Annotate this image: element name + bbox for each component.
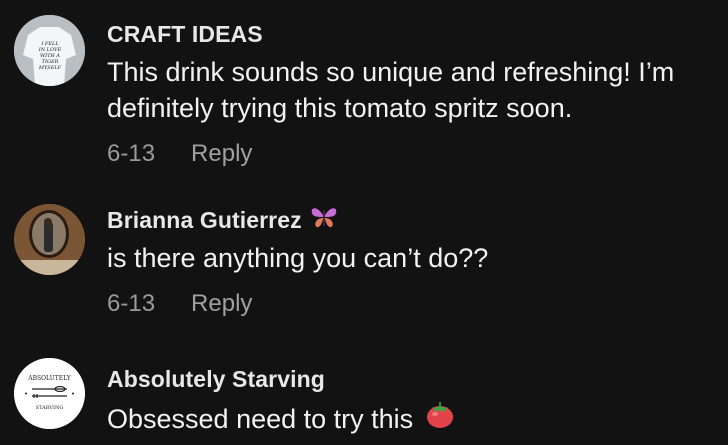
comment-date: 6-13 (107, 140, 156, 167)
author-name[interactable]: CRAFT IDEAS (107, 21, 263, 48)
svg-text:MYSELF: MYSELF (38, 65, 62, 71)
comment-body: Brianna Gutierrez is there anything you … (107, 206, 720, 318)
comment-date: 6-13 (107, 290, 156, 317)
reply-button[interactable]: Reply (191, 290, 252, 318)
logo-text-bottom: STARVING (36, 405, 64, 411)
reply-button[interactable]: Reply (191, 140, 252, 168)
comment-body: Absolutely Starving Obsessed need to try… (107, 365, 720, 438)
avatar[interactable]: I FELL IN LOVE WITH A TIGER MYSELF (14, 15, 85, 86)
comment-meta: 6-13 Reply (107, 290, 720, 318)
butterfly-emoji-icon (310, 205, 338, 235)
logo-text-top: ABSOLUTELY (27, 375, 71, 382)
comment-text: is there anything you can’t do?? (107, 243, 489, 273)
comment-text: Obsessed need to try this (107, 399, 720, 438)
avatar[interactable]: ABSOLUTELY STARVING (14, 358, 85, 429)
comment-author[interactable]: Absolutely Starving (107, 365, 720, 393)
comment-text: This drink sounds so unique and refreshi… (107, 57, 675, 123)
avatar[interactable] (14, 204, 85, 275)
comment-author[interactable]: Brianna Gutierrez (107, 206, 720, 234)
mirror-selfie-avatar-icon (14, 204, 85, 275)
author-name[interactable]: Absolutely Starving (107, 366, 325, 393)
comment-body: CRAFT IDEAS This drink sounds so unique … (107, 20, 720, 168)
comment-author[interactable]: CRAFT IDEAS (107, 20, 720, 48)
author-name[interactable]: Brianna Gutierrez (107, 207, 302, 234)
tomato-emoji-icon (425, 399, 455, 438)
absolutely-starving-logo-icon: ABSOLUTELY STARVING (14, 358, 85, 429)
shirt-text-avatar-icon: I FELL IN LOVE WITH A TIGER MYSELF (14, 15, 85, 86)
comment-text-content: Obsessed need to try this (107, 403, 414, 434)
comment-meta: 6-13 Reply (107, 140, 720, 168)
